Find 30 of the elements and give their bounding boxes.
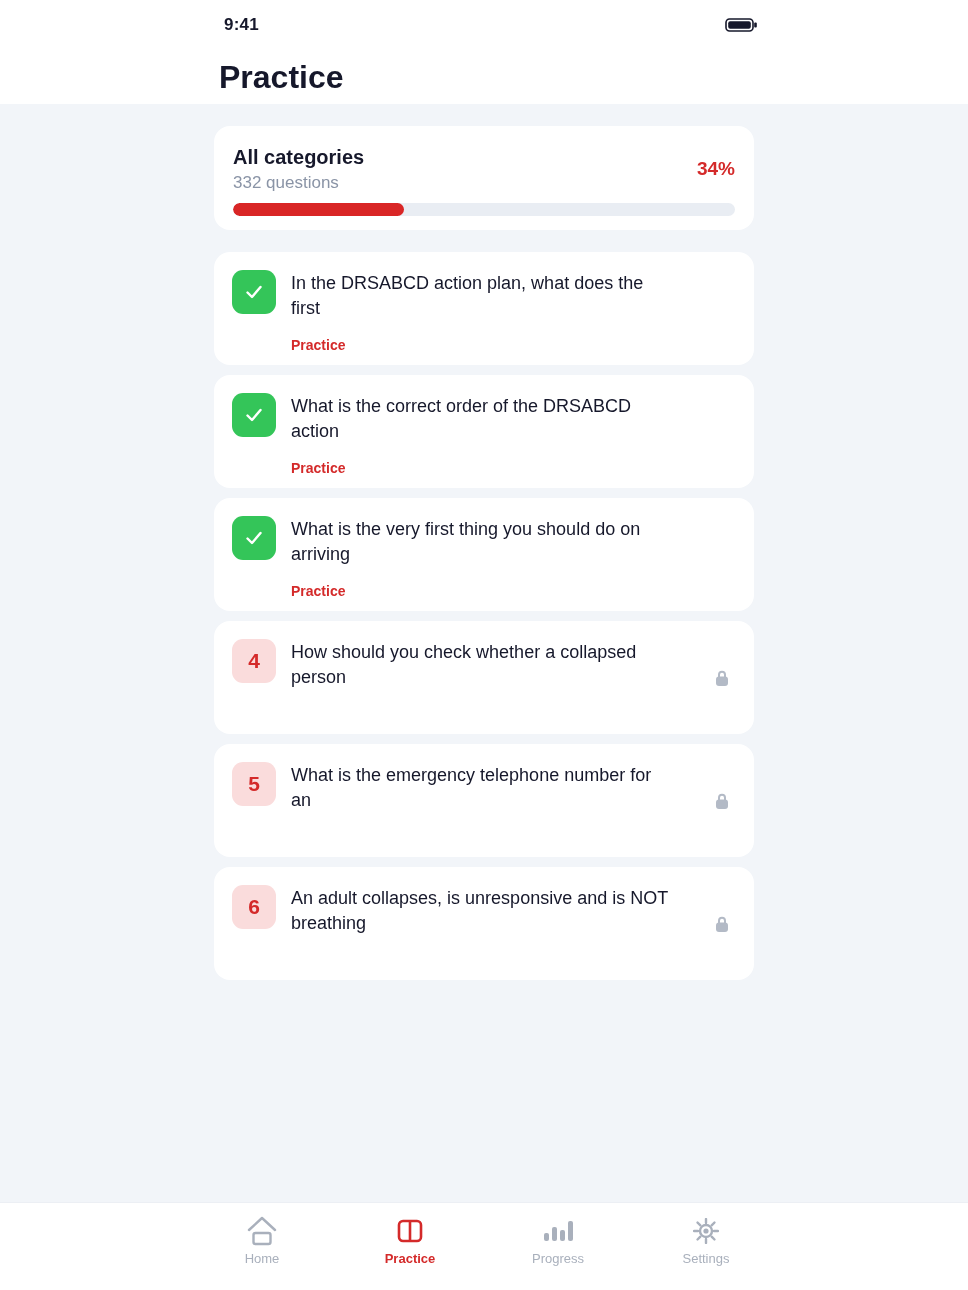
- question-text: In the DRSABCD action plan, what does the first: [291, 272, 645, 320]
- question-card[interactable]: 5 What is the emergency telephone number for an: [214, 744, 754, 857]
- settings-icon: [693, 1218, 719, 1244]
- book-icon: [397, 1219, 423, 1243]
- status-time: 9:41: [224, 15, 259, 35]
- bar-chart-icon: [543, 1220, 573, 1242]
- practice-tag: Practice: [291, 459, 672, 477]
- question-text: What is the very first thing you should do on arriving: [291, 518, 642, 566]
- category-title: All categories: [233, 145, 365, 170]
- question-card[interactable]: In the DRSABCD action plan, what does the first Practice: [214, 252, 754, 365]
- progress-percent: 34%: [696, 158, 735, 180]
- home-icon: [246, 1215, 278, 1247]
- question-text: What is the emergency telephone number for an: [291, 764, 653, 812]
- question-number: 4: [232, 639, 276, 683]
- tab-bar-item[interactable]: Practice: [336, 1203, 484, 1273]
- question-count: 332 questions: [233, 172, 340, 194]
- battery-icon: [725, 18, 757, 32]
- question-card[interactable]: What is the correct order of the DRSABCD action Practice: [214, 375, 754, 488]
- question-text: An adult collapses, is unresponsive and is NOT breathing: [291, 887, 669, 935]
- practice-tag: Practice: [291, 582, 672, 600]
- question-number: 6: [232, 885, 276, 929]
- question-card[interactable]: 4 How should you check whether a collapsed person: [214, 621, 754, 734]
- category-card[interactable]: All categories 332 questions 34%: [214, 126, 754, 230]
- question-text: What is the correct order of the DRSABCD action: [291, 395, 633, 443]
- question-text: How should you check whether a collapsed person: [291, 641, 638, 689]
- practice-tag: Practice: [291, 336, 672, 354]
- question-number: 5: [232, 762, 276, 806]
- question-card[interactable]: What is the very first thing you should do on arriving Practice: [214, 498, 754, 611]
- page-title: Practice: [219, 58, 344, 96]
- question-card[interactable]: 6 An adult collapses, is unresponsive and is NOT breathing: [214, 867, 754, 980]
